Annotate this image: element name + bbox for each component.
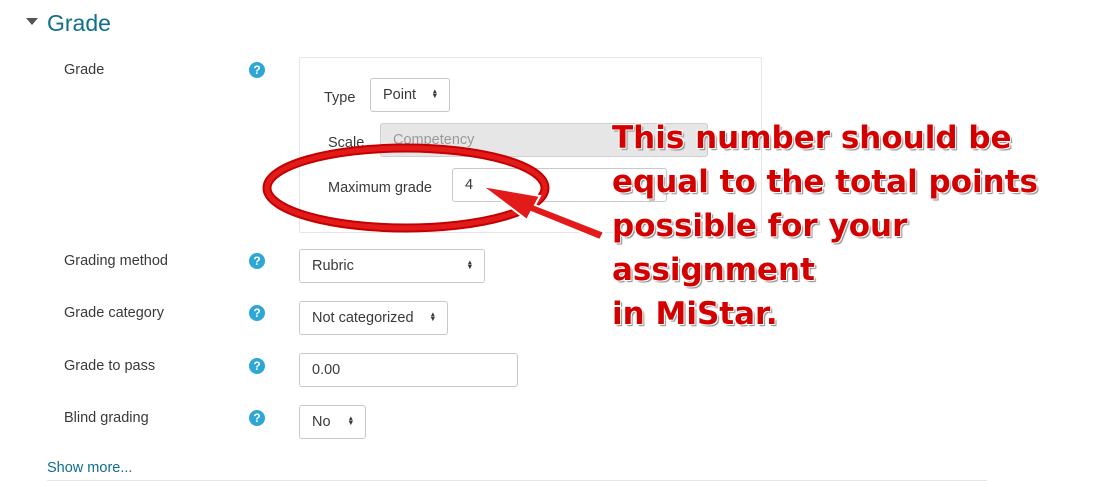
- grade-category-value: Not categorized: [312, 310, 414, 326]
- show-more-link[interactable]: Show more...: [47, 460, 132, 476]
- annotation-line: equal to the total points: [612, 164, 1038, 200]
- select-arrows-icon: ▲ ▼: [429, 311, 436, 324]
- max-grade-label: Maximum grade: [328, 180, 432, 196]
- blind-grading-label: Blind grading: [64, 410, 149, 426]
- grade-to-pass-help-icon[interactable]: ?: [249, 358, 265, 374]
- grade-category-help-icon[interactable]: ?: [249, 305, 265, 321]
- annotation-callout: This number should be equal to the total…: [612, 116, 1092, 336]
- divider: [47, 480, 987, 481]
- select-arrows-icon: ▲ ▼: [347, 415, 354, 428]
- grading-method-select[interactable]: Rubric ▲ ▼: [299, 249, 485, 283]
- blind-grading-help-icon[interactable]: ?: [249, 410, 265, 426]
- grade-category-select[interactable]: Not categorized ▲ ▼: [299, 301, 448, 335]
- annotation-line: in MiStar.: [612, 296, 778, 332]
- section-title[interactable]: Grade: [47, 9, 111, 37]
- select-arrows-icon: ▲ ▼: [431, 88, 438, 101]
- grade-category-label: Grade category: [64, 305, 164, 321]
- type-label: Type: [324, 90, 356, 106]
- scale-select-value: Competency: [393, 132, 475, 148]
- grading-method-help-icon[interactable]: ?: [249, 253, 265, 269]
- max-grade-value: 4: [465, 177, 474, 193]
- collapse-toggle-icon[interactable]: [26, 18, 38, 25]
- annotation-line: This number should be: [612, 120, 1012, 156]
- grading-method-label: Grading method: [64, 253, 168, 269]
- select-arrows-icon: ▲ ▼: [466, 259, 473, 272]
- blind-grading-select[interactable]: No ▲ ▼: [299, 405, 366, 439]
- blind-grading-value: No: [312, 414, 331, 430]
- grade-to-pass-value: 0.00: [312, 362, 341, 378]
- annotation-line: possible for your assignment: [612, 208, 908, 288]
- grade-to-pass-label: Grade to pass: [64, 358, 156, 374]
- grading-method-value: Rubric: [312, 258, 354, 274]
- grade-label: Grade: [64, 62, 105, 78]
- grade-to-pass-input[interactable]: 0.00: [299, 353, 518, 387]
- grade-help-icon[interactable]: ?: [249, 62, 265, 78]
- scale-label: Scale: [328, 135, 365, 151]
- type-select[interactable]: Point ▲ ▼: [370, 78, 450, 112]
- type-select-value: Point: [383, 87, 417, 103]
